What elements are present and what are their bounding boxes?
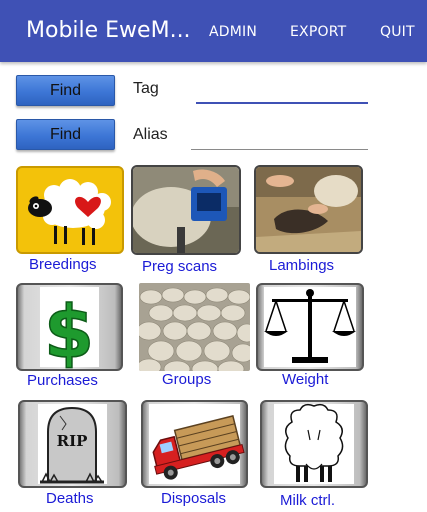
app-bar: Mobile EweM... ADMIN EXPORT QUIT — [0, 0, 427, 62]
tag-label: Tag — [133, 80, 159, 97]
alias-input[interactable] — [191, 126, 368, 150]
lambing-photo — [254, 165, 363, 254]
quit-menu-button[interactable]: QUIT — [380, 24, 415, 40]
tile-label-breedings: Breedings — [29, 256, 97, 273]
tile-label-lambings: Lambings — [269, 257, 335, 274]
tile-label-milk-ctrl: Milk ctrl. — [280, 492, 335, 509]
tile-label-disposals: Disposals — [161, 490, 227, 507]
find-alias-button[interactable]: Find — [16, 119, 115, 150]
tile-label-deaths: Deaths — [46, 490, 94, 507]
admin-menu-button[interactable]: ADMIN — [209, 24, 257, 40]
alias-label: Alias — [133, 126, 168, 143]
find-tag-button[interactable]: Find — [16, 75, 115, 106]
ultrasound-photo — [131, 165, 241, 255]
svg-text:RIP: RIP — [57, 432, 88, 450]
tile-label-purchases: Purchases — [27, 372, 98, 389]
svg-text:$: $ — [44, 290, 94, 369]
sheep-flock-photo — [139, 283, 250, 371]
export-menu-button[interactable]: EXPORT — [290, 24, 346, 40]
scales-icon — [256, 283, 364, 371]
dollar-sign-icon: $ — [16, 283, 123, 371]
sheep-heart-icon — [16, 166, 124, 254]
tombstone-icon: RIP — [18, 400, 127, 488]
tag-input[interactable] — [196, 80, 368, 104]
ewe-udder-icon — [260, 400, 368, 488]
tile-label-preg-scans: Preg scans — [142, 258, 218, 275]
tile-label-groups: Groups — [162, 371, 212, 388]
tile-label-weight: Weight — [282, 371, 329, 388]
truck-icon — [141, 400, 248, 488]
app-title: Mobile EweM... — [26, 18, 191, 43]
